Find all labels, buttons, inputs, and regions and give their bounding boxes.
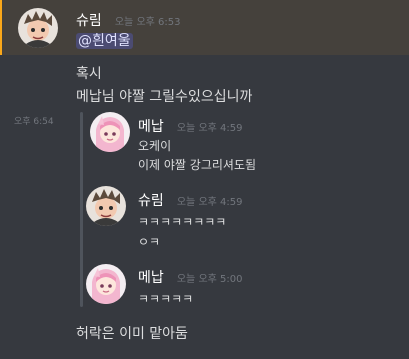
avatar-user-shurim[interactable]	[18, 8, 58, 48]
username[interactable]: 메납	[138, 119, 164, 135]
quote-header: 메납 오늘 오후 5:00	[138, 267, 242, 287]
quote-line: 오케이	[138, 139, 172, 153]
username[interactable]: 메납	[138, 270, 164, 286]
message-line: 혹시	[76, 66, 102, 82]
avatar-user-menap[interactable]	[86, 264, 126, 304]
message-line: 메납님 야짤 그릴수있으십니까	[76, 89, 253, 105]
quote-line: ㅇㅋ	[138, 235, 161, 249]
timestamp: 오늘 오후 5:00	[176, 274, 243, 285]
message-line: @흰여울	[76, 30, 133, 50]
quote-line: 이제 야짤 강그리셔도됨	[138, 158, 257, 172]
quote-header: 슈림 오늘 오후 4:59	[138, 190, 242, 210]
timestamp: 오늘 오후 4:59	[176, 123, 243, 134]
timestamp: 오늘 오후 4:59	[176, 197, 243, 208]
avatar-user-menap[interactable]	[90, 112, 130, 152]
chat-view: 슈림 오늘 오후 6:53 @흰여울 혹시 메납님 야짤 그릴수있으십니까 오후…	[0, 0, 409, 359]
username[interactable]: 슈림	[138, 193, 164, 209]
message-header: 슈림 오늘 오후 6:53	[76, 10, 180, 30]
username[interactable]: 슈림	[76, 13, 102, 29]
quote-line: ㅋㅋㅋㅋㅋㅋㅋㅋ	[138, 215, 227, 229]
timestamp: 오늘 오후 6:53	[114, 17, 181, 28]
message-line: 허락은 이미 맡아둠	[76, 326, 188, 342]
quote-bar	[80, 112, 83, 307]
hover-timestamp: 오후 6:54	[14, 117, 54, 127]
quote-header: 메납 오늘 오후 4:59	[138, 116, 242, 136]
message-group-mention: 슈림 오늘 오후 6:53 @흰여울	[0, 0, 409, 55]
avatar-user-shurim[interactable]	[86, 186, 126, 226]
user-mention[interactable]: @흰여울	[76, 33, 133, 49]
quote-line: ㅋㅋㅋㅋㅋ	[138, 292, 194, 306]
